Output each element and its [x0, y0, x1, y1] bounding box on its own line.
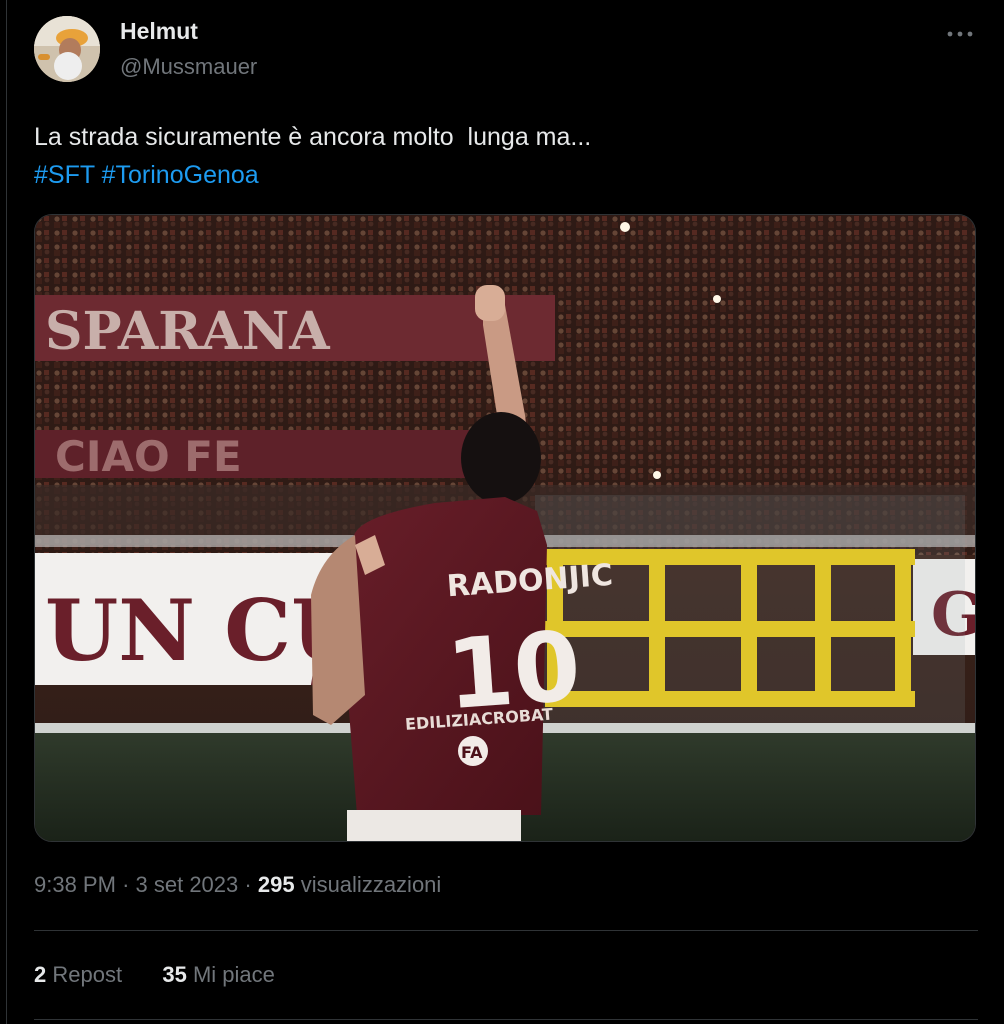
- author-name[interactable]: Helmut: [120, 18, 198, 45]
- banner-top-text: SPARANA: [45, 301, 330, 362]
- reposts-stat[interactable]: 2 Repost: [34, 962, 128, 987]
- tweet-photo[interactable]: SPARANA CIAO FE UN CUO G: [34, 214, 976, 842]
- tweet-stats: 2 Repost 35 Mi piace: [34, 962, 275, 988]
- jersey-badge-text: FA: [461, 743, 483, 762]
- hashtag-torinogenoa[interactable]: #TorinoGenoa: [102, 161, 259, 189]
- column-border: [0, 0, 7, 1024]
- tweet-date[interactable]: 3 set 2023: [136, 872, 239, 897]
- author-handle[interactable]: @Mussmauer: [120, 54, 257, 80]
- avatar-image: [34, 16, 100, 82]
- more-dots-icon: [947, 31, 973, 37]
- avatar[interactable]: [34, 16, 100, 82]
- stadium-photo: SPARANA CIAO FE UN CUO G: [35, 215, 975, 841]
- banner-mid-text: CIAO FE: [55, 432, 242, 481]
- tweet-time[interactable]: 9:38 PM: [34, 872, 116, 897]
- reposts-label: Repost: [52, 962, 123, 987]
- tweet-meta: 9:38 PM · 3 set 2023 · 295 visualizzazio…: [34, 872, 441, 898]
- likes-label: Mi piace: [192, 962, 275, 987]
- hashtag-sft[interactable]: #SFT: [34, 161, 95, 189]
- divider-bottom: [34, 1019, 978, 1020]
- likes-count: 35: [162, 962, 187, 987]
- meta-separator: ·: [122, 872, 136, 897]
- meta-separator: ·: [244, 872, 258, 897]
- more-options-button[interactable]: [944, 22, 976, 46]
- views-count: 295: [257, 872, 295, 897]
- divider-top: [34, 930, 978, 931]
- tweet-text: La strada sicuramente è ancora molto lun…: [34, 123, 592, 151]
- reposts-count: 2: [34, 962, 47, 987]
- likes-stat[interactable]: 35 Mi piace: [162, 962, 275, 987]
- hashtags: #SFT #TorinoGenoa: [34, 156, 259, 194]
- views-label: visualizzazioni: [300, 872, 442, 897]
- tweet: Helmut @Mussmauer La strada sicuramente …: [34, 0, 978, 1024]
